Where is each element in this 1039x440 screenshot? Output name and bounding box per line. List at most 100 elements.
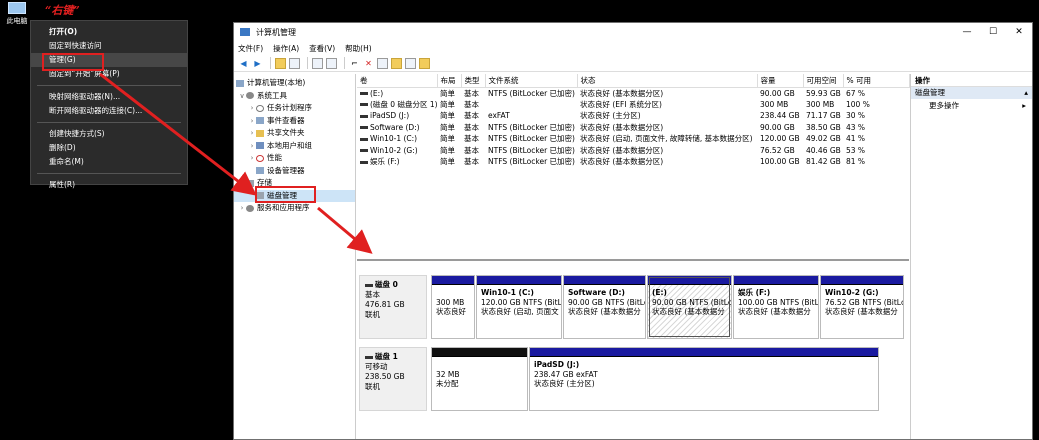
menu-item-open[interactable]: 打开(O)	[31, 25, 187, 39]
menu-item-delete[interactable]: 删除(D)	[31, 141, 187, 155]
table-cell: 59.93 GB	[803, 87, 843, 99]
this-pc-desktop-icon[interactable]: 此电脑	[2, 2, 32, 26]
volume-table: 卷 布局 类型 文件系统 状态 容量 可用空间 % 可用 (E:) 简单 基本 NTF…	[357, 74, 910, 168]
search-icon[interactable]	[405, 57, 416, 69]
partition-e-selected[interactable]: (E:) 90.00 GB NTFS (BitLoc 状态良好 (基本数据分	[647, 275, 732, 339]
cell-text: 49.02 GB	[806, 134, 841, 144]
menu-file[interactable]: 文件(F)	[238, 43, 263, 54]
menu-item-properties[interactable]: 属性(R)	[31, 178, 187, 192]
column-header-status[interactable]: 状态	[577, 74, 758, 88]
list-view-icon[interactable]	[326, 57, 337, 69]
close-button[interactable]: ✕	[1006, 27, 1032, 37]
clock-icon	[256, 104, 264, 112]
connect-icon[interactable]: ⌐	[349, 58, 360, 69]
cell-text: 娱乐 (F:)	[370, 157, 400, 167]
column-header-layout[interactable]: 布局	[437, 74, 462, 88]
partition-g[interactable]: Win10-2 (G:) 76.52 GB NTFS (BitLc 状态良好 (基本…	[820, 275, 904, 339]
chevron-down-icon[interactable]: ∨	[238, 90, 246, 103]
tree-item-shared-folders[interactable]: › 共享文件夹	[234, 127, 355, 140]
maximize-button[interactable]: ☐	[980, 27, 1006, 37]
menu-item-create-shortcut[interactable]: 创建快捷方式(S)	[31, 127, 187, 141]
cell-text: Win10-1 (C:)	[370, 134, 418, 144]
partition-j[interactable]: iPadSD (J:) 238.47 GB exFAT 状态良好 (主分区)	[529, 347, 879, 411]
table-cell: 状态良好 (启动, 页面文件, 故障转储, 基本数据分区)	[577, 133, 757, 145]
cell-text: 67 %	[846, 88, 866, 98]
chevron-right-icon[interactable]: ›	[248, 127, 256, 140]
chevron-right-icon[interactable]: ›	[248, 102, 256, 115]
tree-item-device-manager[interactable]: 设备管理器	[234, 165, 355, 178]
menu-item-map-drive[interactable]: 映射网络驱动器(N)...	[31, 90, 187, 104]
chevron-right-icon[interactable]: ›	[238, 202, 246, 215]
up-folder-icon[interactable]	[275, 57, 286, 69]
table-row[interactable]: (E:) 简单 基本 NTFS (BitLocker 已加密) 状态良好 (基本数据分区…	[357, 87, 909, 99]
open-folder-icon[interactable]	[391, 57, 402, 69]
column-header-free-space[interactable]: 可用空间	[803, 74, 844, 88]
table-cell: 简单	[437, 122, 461, 134]
partition-name	[436, 360, 523, 370]
column-header-capacity[interactable]: 容量	[757, 74, 804, 88]
volume-icon	[360, 103, 368, 107]
menu-view[interactable]: 查看(V)	[309, 43, 335, 54]
partition-d[interactable]: Software (D:) 90.00 GB NTFS (BitLoc 状态良好 (…	[563, 275, 646, 339]
tree-item-local-users[interactable]: › 本地用户和组	[234, 140, 355, 153]
collapse-arrow-icon[interactable]: ▴	[1024, 87, 1028, 99]
column-header-type[interactable]: 类型	[461, 74, 486, 88]
column-header-percent-free[interactable]: % 可用	[843, 74, 910, 88]
more-actions-item[interactable]: 更多操作 ▸	[911, 99, 1032, 112]
column-header-volume[interactable]: 卷	[357, 74, 438, 88]
partition-f[interactable]: 娱乐 (F:) 100.00 GB NTFS (BitLc 状态良好 (基本数据分	[733, 275, 819, 339]
disk-name: 磁盘 1	[375, 352, 398, 361]
chevron-right-icon[interactable]: ›	[248, 115, 256, 128]
tree-item-system-tools[interactable]: ∨ 系统工具	[234, 90, 355, 103]
table-row[interactable]: iPadSD (J:) 简单 基本 exFAT 状态良好 (主分区) 238.44 GB 7…	[357, 110, 909, 122]
disk-0-info[interactable]: 磁盘 0 基本 476.81 GB 联机	[359, 275, 427, 339]
console-tree-icon[interactable]	[289, 57, 300, 69]
table-row[interactable]: (磁盘 0 磁盘分区 1) 简单 基本 状态良好 (EFI 系统分区) 300 MB 30…	[357, 99, 909, 111]
services-icon	[246, 204, 254, 212]
disk-icon	[365, 283, 373, 287]
cell-text: 71.17 GB	[806, 111, 841, 121]
cell-text: 状态良好 (基本数据分区)	[580, 122, 664, 132]
delete-icon[interactable]: ✕	[363, 58, 374, 69]
disk-1-row: 磁盘 1 可移动 238.50 GB 联机 32 MB 未分配 iPadSD (J…	[357, 347, 909, 411]
title-bar[interactable]: 计算机管理 — ☐ ✕	[234, 23, 1032, 41]
table-cell: 100 %	[843, 99, 909, 111]
chevron-right-icon[interactable]: ›	[248, 140, 256, 153]
disk-1-info[interactable]: 磁盘 1 可移动 238.50 GB 联机	[359, 347, 427, 411]
tree-item-services[interactable]: › 服务和应用程序	[234, 202, 355, 215]
toolbar-divider	[307, 57, 308, 69]
table-row[interactable]: Win10-2 (G:) 简单 基本 NTFS (BitLocker 已加密) 状态良好…	[357, 145, 909, 157]
check-disk-icon[interactable]	[377, 57, 388, 69]
tree-label: 设备管理器	[267, 165, 305, 175]
minimize-button[interactable]: —	[954, 27, 980, 37]
partition-unallocated[interactable]: 32 MB 未分配	[431, 347, 528, 411]
tree-item-task-scheduler[interactable]: › 任务计划程序	[234, 102, 355, 115]
tree-label: 共享文件夹	[267, 128, 305, 137]
properties-icon[interactable]	[419, 57, 430, 69]
table-cell: 简单	[437, 133, 461, 145]
column-header-filesystem[interactable]: 文件系统	[485, 74, 578, 88]
menu-item-rename[interactable]: 重命名(M)	[31, 155, 187, 169]
actions-section-disk-management[interactable]: 磁盘管理 ▴	[911, 87, 1032, 99]
chevron-right-icon[interactable]: ›	[248, 152, 256, 165]
back-arrow-icon[interactable]: ◀	[238, 58, 249, 69]
table-row[interactable]: Win10-1 (C:) 简单 基本 NTFS (BitLocker 已加密) 状态良好…	[357, 133, 909, 145]
menu-action[interactable]: 操作(A)	[273, 43, 299, 54]
chevron-down-icon[interactable]: ∨	[238, 177, 246, 190]
tree-item-performance[interactable]: › 性能	[234, 152, 355, 165]
partition-efi[interactable]: 300 MB 状态良好	[431, 275, 475, 339]
menu-item-pin-quick-access[interactable]: 固定到快速访问	[31, 39, 187, 53]
menu-item-disconnect-drive[interactable]: 断开网络驱动器的连接(C)...	[31, 104, 187, 118]
table-row[interactable]: 娱乐 (F:) 简单 基本 NTFS (BitLocker 已加密) 状态良好 (基本数…	[357, 156, 909, 168]
menu-help[interactable]: 帮助(H)	[345, 43, 372, 54]
help-icon[interactable]	[312, 57, 323, 69]
table-row[interactable]: Software (D:) 简单 基本 NTFS (BitLocker 已加密) 状态良…	[357, 122, 909, 134]
tree-item-root[interactable]: 计算机管理(本地)	[234, 77, 355, 90]
partition-c[interactable]: Win10-1 (C:) 120.00 GB NTFS (BitLc 状态良好 (启…	[476, 275, 562, 339]
partition-size: 120.00 GB NTFS (BitLc	[481, 297, 562, 307]
partition-size: 90.00 GB NTFS (BitLoc	[568, 297, 646, 307]
table-cell: NTFS (BitLocker 已加密)	[485, 133, 577, 145]
table-cell: 状态良好 (基本数据分区)	[577, 87, 757, 99]
tree-item-event-viewer[interactable]: › 事件查看器	[234, 115, 355, 128]
forward-arrow-icon[interactable]: ▶	[252, 58, 263, 69]
